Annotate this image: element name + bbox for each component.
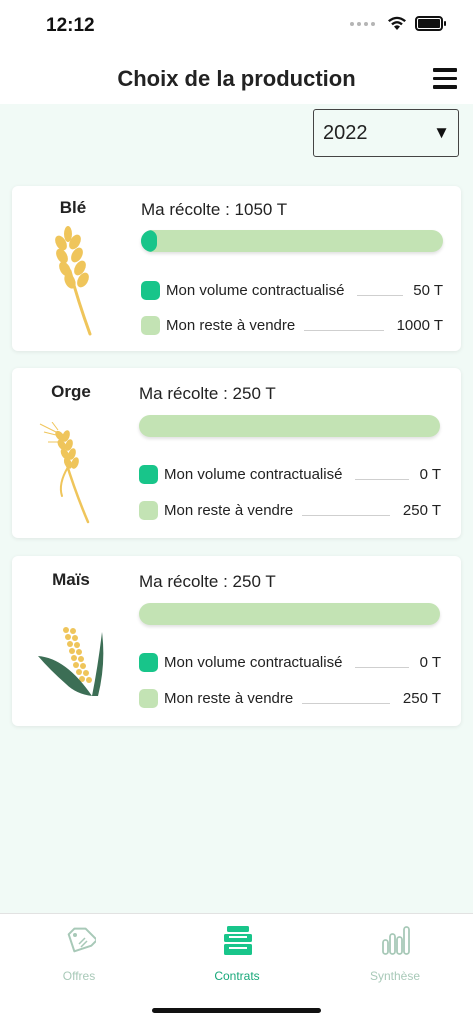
legend-divider — [302, 515, 390, 516]
harvest-total: Ma récolte : 250 T — [139, 384, 276, 403]
hamburger-icon[interactable] — [433, 68, 457, 90]
legend-remaining: Mon reste à vendre 250 T — [139, 689, 441, 709]
legend-divider — [357, 295, 403, 296]
legend-divider — [304, 330, 384, 331]
contracted-swatch — [139, 653, 158, 672]
remaining-swatch — [139, 689, 158, 708]
legend-value: 0 T — [419, 466, 441, 483]
crop-name: Blé — [59, 198, 87, 217]
corn-icon — [38, 627, 104, 696]
harvest-total: Ma récolte : 250 T — [139, 572, 276, 591]
tab-label: Contrats — [214, 969, 260, 983]
signal-dots-icon — [350, 21, 375, 26]
remaining-swatch — [139, 501, 158, 520]
legend-label: Mon volume contractualisé — [164, 654, 343, 671]
legend-value: 0 T — [419, 654, 441, 671]
wheat-icon — [55, 226, 92, 336]
status-icons — [350, 16, 446, 31]
legend-label: Mon volume contractualisé — [164, 466, 343, 483]
legend-contracted: Mon volume contractualisé 0 T — [139, 653, 441, 673]
remaining-swatch — [141, 316, 160, 335]
legend-value: 250 T — [402, 502, 441, 519]
harvest-progress-bar — [141, 230, 443, 252]
year-select[interactable]: 2022 ▼ — [313, 109, 459, 157]
crop-name: Maïs — [52, 570, 90, 589]
price-tag-icon — [67, 927, 96, 953]
legend-label: Mon reste à vendre — [164, 690, 294, 707]
tab-offres[interactable]: Offres — [0, 914, 158, 994]
legend-remaining: Mon reste à vendre 1000 T — [141, 316, 443, 336]
legend-value: 250 T — [402, 690, 441, 707]
tab-label: Offres — [62, 969, 96, 983]
legend-contracted: Mon volume contractualisé 50 T — [141, 281, 443, 301]
crop-name: Orge — [51, 382, 91, 401]
legend-divider — [302, 703, 390, 704]
battery-icon — [415, 16, 446, 31]
app-header: Choix de la production — [0, 52, 473, 104]
legend-value: 1000 T — [396, 317, 443, 334]
contracted-fill — [141, 230, 157, 252]
year-select-value: 2022 — [323, 122, 368, 144]
barley-icon — [39, 422, 90, 524]
bar-chart-icon — [382, 926, 410, 955]
crop-card-mais[interactable]: Maïs Ma récolte : 250 T Mon volume contr… — [12, 556, 461, 726]
crop-card-orge[interactable]: Orge Ma récolte : 250 T Mon volume contr… — [12, 368, 461, 538]
harvest-progress-bar — [139, 603, 440, 625]
wifi-icon — [388, 16, 406, 30]
legend-contracted: Mon volume contractualisé 0 T — [139, 465, 441, 485]
contracted-swatch — [141, 281, 160, 300]
harvest-total: Ma récolte : 1050 T — [141, 200, 288, 219]
legend-divider — [355, 479, 409, 480]
legend-label: Mon reste à vendre — [166, 317, 296, 334]
tab-synthese[interactable]: Synthèse — [316, 914, 473, 994]
contracted-swatch — [139, 465, 158, 484]
harvest-progress-bar — [139, 415, 440, 437]
tab-label: Synthèse — [369, 969, 421, 983]
status-time: 12:12 — [46, 15, 95, 36]
legend-value: 50 T — [413, 282, 443, 299]
tab-contrats[interactable]: Contrats — [158, 914, 316, 994]
home-indicator — [152, 1008, 321, 1013]
caret-down-icon: ▼ — [433, 123, 450, 142]
contracts-stack-icon — [224, 926, 252, 955]
page-title: Choix de la production — [117, 66, 356, 91]
legend-divider — [355, 667, 409, 668]
legend-label: Mon volume contractualisé — [166, 282, 345, 299]
legend-label: Mon reste à vendre — [164, 502, 294, 519]
legend-remaining: Mon reste à vendre 250 T — [139, 501, 441, 521]
status-bar: 12:12 — [0, 0, 473, 52]
crop-card-ble[interactable]: Blé Ma récolte : 1050 T Mon volume contr… — [12, 186, 461, 351]
